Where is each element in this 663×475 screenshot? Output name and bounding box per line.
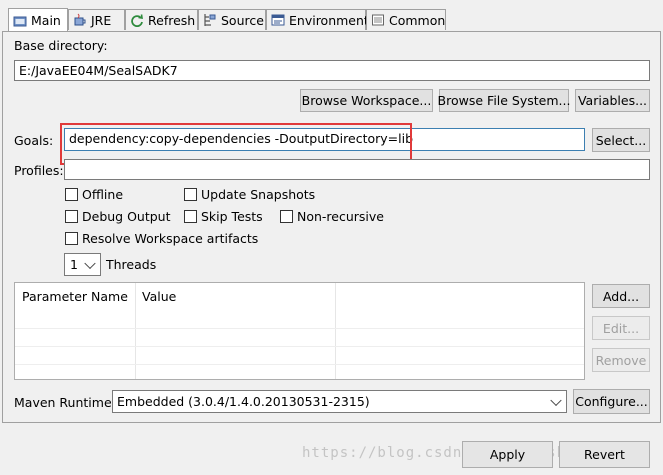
- refresh-icon: [131, 14, 143, 27]
- main-tab-icon: [13, 16, 27, 26]
- browse-file-system-button[interactable]: Browse File System...: [437, 89, 571, 112]
- row-divider: [15, 364, 584, 365]
- variables-label: Variables...: [577, 93, 648, 108]
- parameters-table[interactable]: Parameter Name Value: [14, 282, 585, 380]
- tab-main[interactable]: Main: [8, 8, 68, 32]
- base-directory-label: Base directory:: [14, 38, 108, 53]
- browse-workspace-button[interactable]: Browse Workspace...: [300, 89, 433, 112]
- apply-button[interactable]: Apply: [462, 441, 553, 468]
- remove-parameter-button[interactable]: Remove: [592, 348, 650, 372]
- skip-tests-checkbox-box[interactable]: [184, 210, 197, 223]
- variables-button[interactable]: Variables...: [575, 89, 650, 112]
- offline-checkbox[interactable]: Offline: [65, 187, 123, 202]
- maven-runtime-label: Maven Runtime:: [14, 395, 116, 410]
- browse-file-system-label: Browse File System...: [437, 93, 571, 108]
- tab-source[interactable]: Source: [198, 9, 266, 30]
- apply-label: Apply: [489, 447, 526, 462]
- revert-button[interactable]: Revert: [559, 441, 650, 468]
- chevron-down-icon: [550, 394, 562, 406]
- maven-runtime-value: Embedded (3.0.4/1.4.0.20130531-2315): [117, 394, 370, 409]
- profiles-field[interactable]: [64, 159, 650, 180]
- remove-parameter-label: Remove: [595, 352, 647, 368]
- base-directory-field[interactable]: E:/JavaEE04M/SealSADK7: [14, 60, 650, 81]
- tab-common-label: Common: [389, 12, 446, 28]
- add-parameter-label: Add...: [602, 288, 640, 304]
- skip-tests-label: Skip Tests: [201, 209, 263, 224]
- environment-icon: [271, 14, 285, 26]
- tab-source-label: Source: [221, 12, 264, 28]
- browse-workspace-label: Browse Workspace...: [301, 93, 432, 108]
- tab-environment-label: Environment: [289, 12, 369, 28]
- debug-output-checkbox[interactable]: Debug Output: [65, 209, 171, 224]
- tab-environment[interactable]: Environment: [266, 9, 369, 30]
- maven-runtime-combo[interactable]: Embedded (3.0.4/1.4.0.20130531-2315): [112, 390, 567, 413]
- tab-refresh[interactable]: Refresh: [125, 9, 198, 30]
- chevron-down-icon: [84, 257, 96, 269]
- resolve-workspace-checkbox-box[interactable]: [65, 232, 78, 245]
- tab-common[interactable]: Common: [366, 9, 446, 30]
- update-snapshots-checkbox[interactable]: Update Snapshots: [184, 187, 315, 202]
- edit-parameter-button[interactable]: Edit...: [592, 316, 650, 340]
- configure-runtime-label: Configure...: [575, 394, 648, 409]
- resolve-workspace-checkbox[interactable]: Resolve Workspace artifacts: [65, 231, 258, 246]
- threads-label: Threads: [106, 257, 157, 272]
- threads-combo[interactable]: 1: [64, 253, 101, 276]
- goals-label: Goals:: [14, 133, 54, 148]
- resolve-workspace-label: Resolve Workspace artifacts: [82, 231, 259, 246]
- non-recursive-checkbox[interactable]: Non-recursive: [280, 209, 384, 224]
- tab-bar: Main JRE Refresh Source Environment Comm…: [0, 0, 663, 32]
- source-icon: [204, 14, 216, 26]
- debug-output-label: Debug Output: [82, 209, 171, 224]
- select-goals-button[interactable]: Select...: [592, 128, 650, 152]
- tab-jre-label: JRE: [91, 12, 112, 28]
- edit-parameter-label: Edit...: [602, 320, 640, 336]
- non-recursive-checkbox-box[interactable]: [280, 210, 293, 223]
- update-snapshots-label: Update Snapshots: [201, 187, 316, 202]
- common-icon: [372, 14, 384, 26]
- offline-label: Offline: [82, 187, 124, 202]
- debug-output-checkbox-box[interactable]: [65, 210, 78, 223]
- threads-value: 1: [70, 257, 78, 272]
- tab-refresh-label: Refresh: [148, 12, 196, 28]
- non-recursive-label: Non-recursive: [297, 209, 384, 224]
- tab-main-label: Main: [31, 13, 61, 28]
- row-divider: [15, 346, 584, 347]
- skip-tests-checkbox[interactable]: Skip Tests: [184, 209, 263, 224]
- tab-jre[interactable]: JRE: [68, 9, 125, 30]
- profiles-label: Profiles:: [14, 163, 64, 178]
- offline-checkbox-box[interactable]: [65, 188, 78, 201]
- revert-label: Revert: [584, 447, 625, 462]
- select-goals-label: Select...: [595, 132, 647, 148]
- column-header-parameter-name[interactable]: Parameter Name: [22, 289, 128, 304]
- update-snapshots-checkbox-box[interactable]: [184, 188, 197, 201]
- configure-runtime-button[interactable]: Configure...: [573, 389, 650, 414]
- add-parameter-button[interactable]: Add...: [592, 284, 650, 308]
- jre-icon: [74, 13, 86, 26]
- column-header-value[interactable]: Value: [142, 289, 176, 304]
- row-divider: [15, 328, 584, 329]
